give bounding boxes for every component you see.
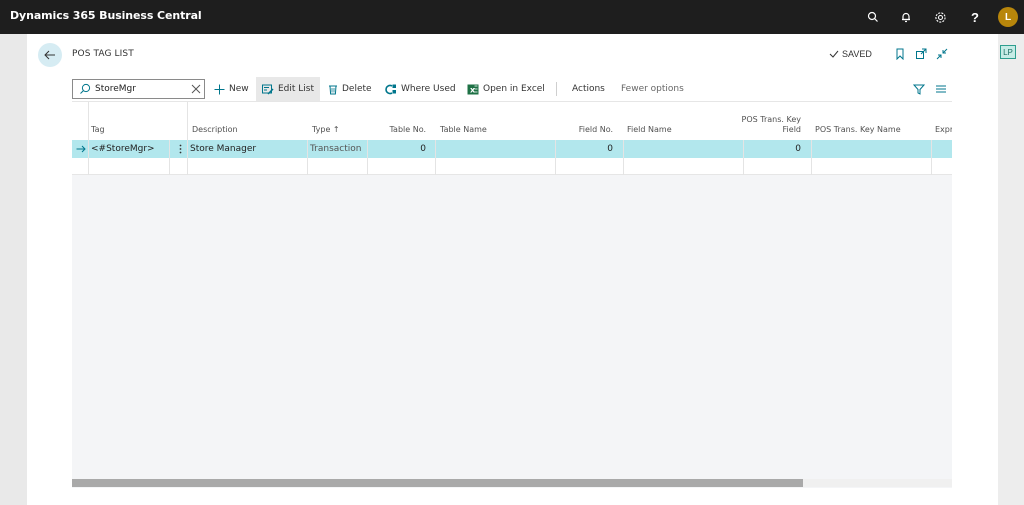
edit-list-button[interactable]: Edit List [256, 77, 321, 101]
bell-icon[interactable] [897, 8, 915, 26]
column-header-type[interactable]: Type ↑ [312, 102, 367, 140]
new-button[interactable]: New [208, 77, 255, 101]
where-used-button[interactable]: Where Used [379, 77, 462, 101]
trash-icon [329, 85, 337, 94]
cell-tag[interactable]: <#StoreMgr> [91, 140, 171, 158]
fewer-options-button[interactable]: Fewer options [615, 77, 690, 101]
search-box[interactable] [72, 79, 205, 99]
open-in-excel-button[interactable]: x Open in Excel [461, 77, 551, 101]
open-new-window-icon[interactable] [914, 47, 928, 61]
back-button[interactable] [38, 43, 62, 67]
search-input[interactable] [95, 82, 185, 96]
delete-button[interactable]: Delete [322, 77, 378, 101]
side-badge[interactable]: LP [1000, 45, 1016, 59]
column-header-field-no[interactable]: Field No. [562, 102, 613, 140]
toolbar-separator [556, 82, 557, 96]
column-divider [743, 140, 744, 175]
horizontal-scrollbar-thumb[interactable] [72, 479, 803, 487]
filter-icon[interactable] [912, 82, 926, 96]
column-divider [931, 140, 932, 175]
excel-icon: x [467, 84, 479, 94]
column-header-table-name[interactable]: Table Name [440, 102, 550, 140]
cell-field-name[interactable] [627, 140, 737, 158]
column-header-pos-trans-key-name[interactable]: POS Trans. Key Name [815, 102, 930, 140]
cell-pos-trans-key-name[interactable] [815, 140, 930, 158]
cell-table-no[interactable]: 0 [372, 140, 426, 158]
column-divider [555, 140, 556, 175]
column-header-field-name[interactable]: Field Name [627, 102, 737, 140]
plus-icon [214, 84, 225, 94]
row-menu-icon[interactable] [175, 140, 185, 158]
table-row-new[interactable] [72, 158, 952, 175]
row-selected-arrow-icon [76, 140, 86, 158]
column-divider [811, 140, 812, 175]
column-divider [88, 102, 89, 175]
collapse-icon[interactable] [935, 47, 949, 61]
cell-type[interactable]: Transaction [310, 140, 368, 158]
saved-label: SAVED [842, 49, 872, 59]
edit-list-icon [262, 84, 274, 95]
cell-description[interactable]: Store Manager [190, 140, 305, 158]
clear-search-icon[interactable] [191, 84, 201, 94]
app-title[interactable]: Dynamics 365 Business Central [10, 9, 202, 22]
left-gutter [0, 34, 27, 505]
list-view-icon[interactable] [934, 82, 948, 96]
column-header-table-no[interactable]: Table No. [372, 102, 426, 140]
column-header-pos-trans-key-field[interactable]: POS Trans. Key Field [732, 102, 801, 140]
search-icon[interactable] [864, 8, 882, 26]
actions-menu-button[interactable]: Actions [566, 77, 611, 101]
grid-header: Tag Description Type ↑ Table No. Table N… [72, 102, 952, 140]
page-title: POS TAG LIST [72, 49, 134, 59]
column-header-description[interactable]: Description [192, 102, 302, 140]
column-divider [367, 140, 368, 175]
column-divider [623, 140, 624, 175]
column-divider [187, 102, 188, 175]
svg-text:x: x [470, 85, 476, 94]
gear-icon[interactable] [931, 8, 949, 26]
column-divider [307, 140, 308, 175]
arrow-left-icon [44, 50, 55, 60]
right-rail [998, 34, 1024, 505]
cell-table-name[interactable] [440, 140, 550, 158]
bookmark-icon[interactable] [893, 47, 907, 61]
saved-status: SAVED [829, 49, 872, 59]
where-used-icon [385, 84, 396, 94]
top-bar: Dynamics 365 Business Central ? L [0, 0, 1024, 34]
column-header-expression[interactable]: Expre [935, 102, 952, 140]
column-divider [169, 140, 170, 175]
help-icon[interactable]: ? [966, 8, 984, 26]
table-row[interactable]: <#StoreMgr> Store Manager Transaction 0 … [72, 140, 952, 158]
checkmark-icon [829, 50, 839, 58]
avatar[interactable]: L [998, 7, 1018, 27]
column-header-tag[interactable]: Tag [91, 102, 171, 140]
cell-field-no[interactable]: 0 [562, 140, 613, 158]
column-divider [435, 140, 436, 175]
search-icon [80, 83, 91, 94]
